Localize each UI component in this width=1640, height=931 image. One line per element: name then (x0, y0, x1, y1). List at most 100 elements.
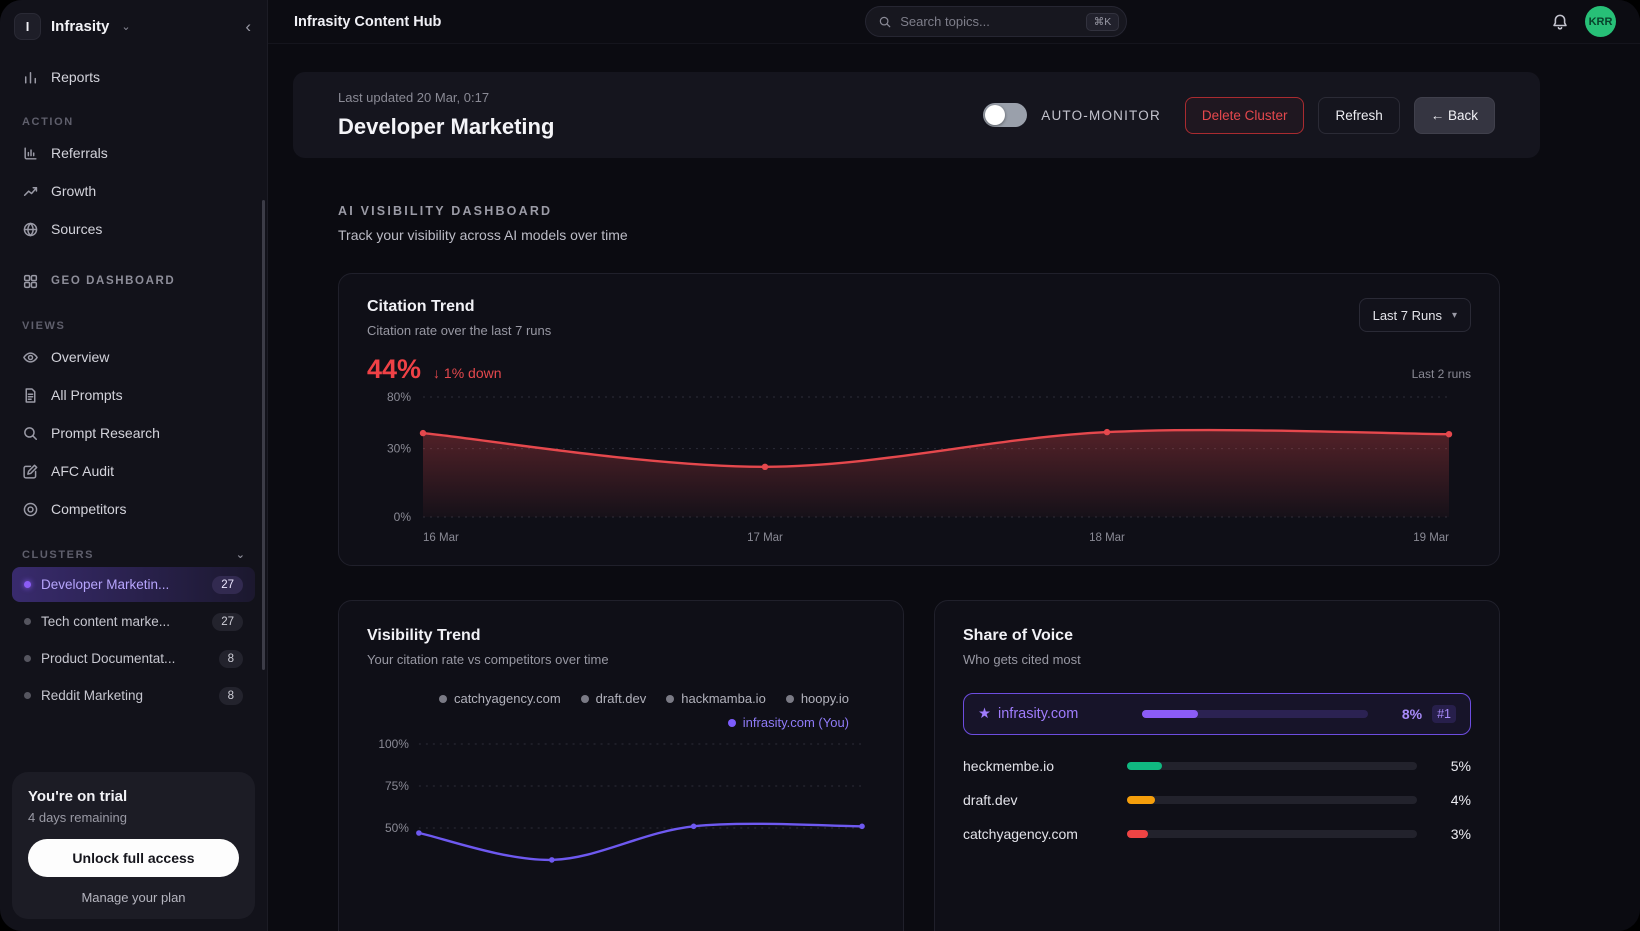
share-bar-fill (1127, 796, 1155, 804)
share-bar-track (1142, 710, 1369, 718)
trial-card: You're on trial 4 days remaining Unlock … (12, 772, 255, 919)
share-value: 3% (1450, 826, 1471, 842)
back-button[interactable]: ← Back (1413, 96, 1495, 134)
cluster-item-product-documentat[interactable]: Product Documentat... 8 (12, 641, 255, 676)
runs-range-dropdown[interactable]: Last 7 Runs ▾ (1358, 298, 1471, 332)
visibility-trend-subtitle: Your citation rate vs competitors over t… (367, 652, 609, 667)
delete-cluster-button[interactable]: Delete Cluster (1184, 96, 1305, 134)
section-label-action: ACTION (22, 116, 74, 128)
share-of-voice-card: Share of Voice Who gets cited most ★ infr… (934, 600, 1500, 931)
share-row-catchyagency-com: catchyagency.com 3% (963, 817, 1471, 851)
svg-text:75%: 75% (385, 779, 409, 793)
app-window: I Infrasity ⌄ ‹ Reports ACTION Referrals Gr… (0, 0, 1640, 931)
search-shortcut-badge: ⌘K (1085, 12, 1120, 31)
search-box[interactable]: ⌘K (865, 6, 1128, 37)
cluster-item-developer-marketin[interactable]: Developer Marketin... 27 (12, 567, 255, 602)
legend-dot-icon (785, 694, 794, 703)
share-bar-fill (1127, 830, 1148, 838)
cluster-count-badge: 27 (212, 612, 243, 631)
search-input[interactable] (900, 14, 1078, 29)
svg-text:16 Mar: 16 Mar (423, 532, 459, 544)
cluster-item-reddit-marketing[interactable]: Reddit Marketing 8 (12, 678, 255, 713)
sidebar-item-all-prompts[interactable]: All Prompts (12, 376, 255, 414)
bell-icon (1553, 14, 1567, 30)
sidebar-collapse-icon[interactable]: ‹ (245, 18, 251, 35)
unlock-full-access-button[interactable]: Unlock full access (28, 839, 239, 877)
svg-text:30%: 30% (387, 442, 411, 456)
auto-monitor-label: AUTO-MONITOR (1041, 107, 1161, 123)
share-bar-fill (1142, 710, 1198, 718)
sidebar-item-reports[interactable]: Reports (12, 58, 255, 96)
cluster-label: Developer Marketin... (41, 577, 170, 592)
share-of-voice-title: Share of Voice (963, 627, 1073, 644)
sidebar-item-label: AFC Audit (51, 463, 115, 479)
runs-range-value: Last 7 Runs (1372, 307, 1442, 323)
chart-box-icon (24, 146, 37, 160)
refresh-button[interactable]: Refresh (1318, 96, 1400, 134)
legend-item-hackmamba-io: hackmamba.io (666, 691, 766, 706)
sidebar-item-growth[interactable]: Growth (12, 172, 255, 210)
sidebar-item-afc-audit[interactable]: AFC Audit (12, 452, 255, 490)
avatar[interactable]: KRR (1585, 6, 1616, 37)
content-scroll-area: Last updated 20 Mar, 0:17 Developer Mark… (268, 44, 1640, 931)
bar-chart-icon (24, 71, 37, 84)
svg-text:50%: 50% (385, 821, 409, 835)
sidebar-item-label: Referrals (51, 145, 108, 161)
brand-logo-letter: I (25, 19, 30, 34)
search-icon (878, 15, 892, 29)
last-runs-note: Last 2 runs (1411, 367, 1471, 381)
manage-plan-link[interactable]: Manage your plan (28, 890, 239, 905)
share-domain-label: ★ infrasity.com (978, 706, 1079, 722)
sidebar-header: I Infrasity ⌄ ‹ (0, 0, 267, 50)
main-area: Infrasity Content Hub ⌘K KRR Last update… (268, 0, 1640, 931)
auto-monitor-toggle[interactable] (983, 103, 1028, 127)
sidebar-item-overview[interactable]: Overview (12, 338, 255, 376)
rank-badge: #1 (1432, 705, 1456, 723)
sidebar-item-label: All Prompts (51, 387, 123, 403)
share-of-voice-rows: ★ infrasity.com 8% #1 heckmembe.io 5% draft.de… (963, 693, 1471, 851)
sidebar-item-referrals[interactable]: Referrals (12, 134, 255, 172)
share-value: 5% (1450, 758, 1471, 774)
citation-trend-card: Citation Trend Citation rate over the la… (338, 273, 1500, 566)
share-value: 4% (1450, 792, 1471, 808)
cluster-dot-icon (24, 581, 31, 588)
citation-rate-value: 44% (367, 354, 422, 384)
sidebar-item-competitors[interactable]: Competitors (12, 490, 255, 528)
visibility-trend-card: Visibility Trend Your citation rate vs c… (338, 600, 904, 931)
sidebar-item-sources[interactable]: Sources (12, 210, 255, 248)
search-icon (24, 426, 37, 440)
share-row-infrasity-com[interactable]: ★ infrasity.com 8% #1 (963, 693, 1471, 735)
notification-bell-icon[interactable] (1551, 13, 1569, 31)
grid-icon (23, 274, 38, 288)
brand-name[interactable]: Infrasity (51, 18, 109, 35)
chevron-down-icon[interactable]: ⌄ (236, 548, 245, 561)
legend-item-infrasity-com-you: infrasity.com (You) (727, 715, 849, 730)
sidebar-scrollbar[interactable] (262, 200, 265, 670)
share-domain-label: draft.dev (963, 792, 1018, 808)
eye-icon (23, 351, 38, 363)
sidebar-item-label: Overview (51, 349, 110, 365)
sidebar-nav: Reports ACTION Referrals Growth Sources GEO D… (0, 50, 267, 762)
section-label-clusters: CLUSTERS ⌄ (22, 548, 245, 562)
legend-item-catchyagency-com: catchyagency.com (438, 691, 561, 706)
share-domain-label: catchyagency.com (963, 826, 1078, 842)
sidebar-item-prompt-research[interactable]: Prompt Research (12, 414, 255, 452)
cluster-item-tech-content-marke[interactable]: Tech content marke... 27 (12, 604, 255, 639)
sidebar-item-label: GEO DASHBOARD (51, 275, 176, 287)
sidebar-item-geo-dashboard[interactable]: GEO DASHBOARD (12, 262, 255, 300)
cluster-label: Tech content marke... (41, 614, 171, 629)
svg-text:100%: 100% (378, 737, 409, 751)
trial-title: You're on trial (28, 788, 128, 805)
trial-subtitle: 4 days remaining (28, 810, 127, 825)
legend-dot-icon (666, 694, 675, 703)
brand-logo[interactable]: I (14, 13, 41, 40)
brand-chevron-down-icon[interactable]: ⌄ (121, 20, 130, 33)
sidebar-item-label: Prompt Research (51, 425, 160, 441)
share-bar-track (1127, 762, 1417, 770)
citation-trend-chart: 80% 30% 0% 16 Mar 17 Mar 18 Mar 19 Mar (387, 390, 1453, 544)
section-title: AI VISIBILITY DASHBOARD (338, 204, 553, 218)
cluster-dot-icon (24, 655, 31, 662)
cluster-dot-icon (24, 618, 31, 625)
visibility-trend-title: Visibility Trend (367, 627, 481, 644)
file-icon (25, 387, 36, 403)
